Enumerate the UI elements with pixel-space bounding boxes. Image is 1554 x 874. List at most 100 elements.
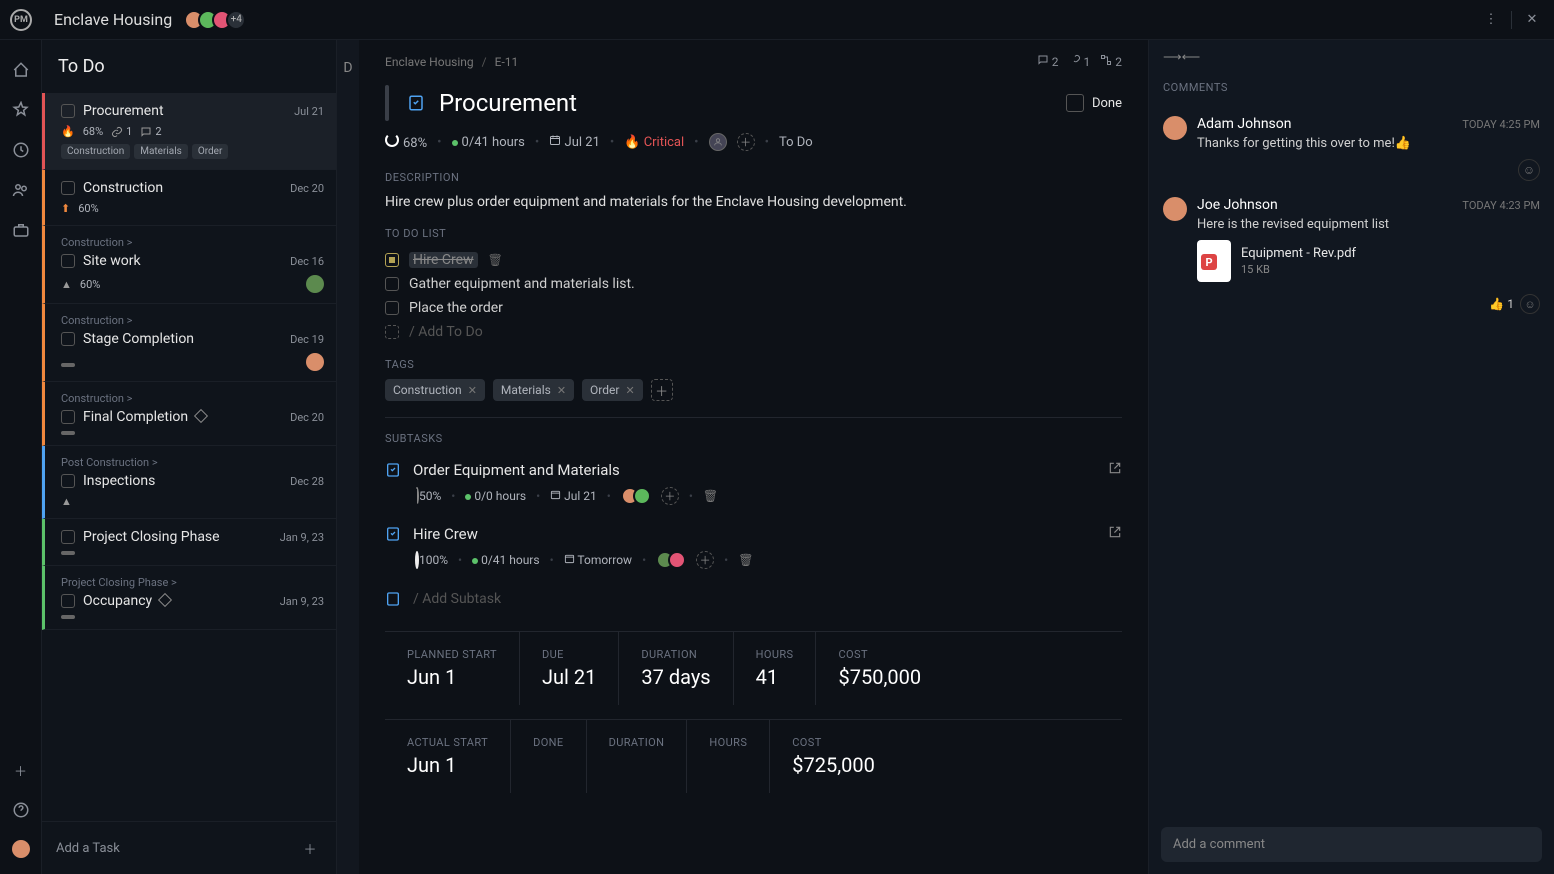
open-subtask-icon[interactable] <box>1108 461 1122 479</box>
add-todo-button[interactable]: / Add To Do <box>385 320 1122 344</box>
trash-icon[interactable]: 🗑 <box>738 553 753 567</box>
subtask-item[interactable]: Hire Crew 100% • 0/41 hours • Tomorrow <box>385 517 1122 581</box>
remove-tag-icon[interactable]: ✕ <box>468 384 477 397</box>
subtask-hours[interactable]: 0/0 hours <box>465 489 526 503</box>
workspace-title[interactable]: Enclave Housing <box>54 10 172 29</box>
add-assignee-button[interactable]: ＋ <box>661 487 679 505</box>
bookmark-icon <box>385 85 389 121</box>
home-icon[interactable] <box>11 60 31 80</box>
trash-icon[interactable]: 🗑 <box>703 489 718 503</box>
briefcase-icon[interactable] <box>11 220 31 240</box>
assignee-stack[interactable] <box>656 551 686 569</box>
user-avatar[interactable] <box>12 840 30 858</box>
checkbox-icon[interactable] <box>385 277 399 291</box>
tag-chip[interactable]: Order✕ <box>582 379 643 401</box>
task-detail-title[interactable]: Procurement <box>439 89 1052 117</box>
checkbox-icon[interactable] <box>61 474 75 488</box>
subtask-due[interactable]: Jul 21 <box>550 489 597 503</box>
task-card-stage-completion[interactable]: Construction > Stage Completion Dec 19 <box>42 304 336 382</box>
add-reaction-icon[interactable]: ☺ <box>1520 294 1540 314</box>
task-due: Jan 9, 23 <box>280 595 324 608</box>
add-reaction-icon[interactable]: ☺ <box>1518 159 1540 181</box>
checkbox-icon[interactable] <box>61 530 75 544</box>
expand-comments-icon[interactable]: ⟶⟵ <box>1149 40 1554 75</box>
app-logo[interactable]: PM <box>10 9 32 31</box>
todo-item[interactable]: Gather equipment and materials list. <box>385 272 1122 296</box>
remove-tag-icon[interactable]: ✕ <box>625 384 634 397</box>
breadcrumb-id[interactable]: E-11 <box>495 55 519 69</box>
more-menu-icon[interactable]: ⋮ <box>1479 8 1503 32</box>
checkbox-icon[interactable] <box>61 594 75 608</box>
reaction-row: 👍 1 ☺ <box>1149 290 1554 318</box>
close-icon[interactable]: ✕ <box>1520 8 1544 32</box>
assignee-avatar[interactable] <box>306 275 324 293</box>
add-subtask-button[interactable]: / Add Subtask <box>385 581 1122 617</box>
task-card-closing-phase[interactable]: Project Closing Phase Jan 9, 23 <box>42 519 336 566</box>
description-text[interactable]: Hire crew plus order equipment and mater… <box>385 192 1122 213</box>
stat-value: 41 <box>756 665 794 689</box>
links-count-icon[interactable]: 1 <box>1069 54 1091 69</box>
subtask-item[interactable]: Order Equipment and Materials 50% • 0/0 … <box>385 453 1122 517</box>
task-icon <box>385 591 401 607</box>
team-icon[interactable] <box>11 180 31 200</box>
milestone-icon <box>194 409 208 423</box>
avatar-more[interactable]: +4 <box>226 10 246 30</box>
status-column-label[interactable]: To Do <box>779 135 813 150</box>
calendar-icon <box>564 553 575 564</box>
breadcrumb-project[interactable]: Enclave Housing <box>385 55 474 69</box>
checkbox-icon[interactable] <box>61 254 75 268</box>
tag-chip[interactable]: Materials✕ <box>493 379 574 401</box>
assignee-placeholder-icon[interactable] <box>709 133 727 151</box>
assignee-stack[interactable] <box>621 487 651 505</box>
add-tag-button[interactable]: ＋ <box>651 379 673 401</box>
checkbox-icon[interactable] <box>385 253 399 267</box>
comment-avatar[interactable] <box>1163 116 1187 140</box>
trash-icon[interactable]: 🗑 <box>488 253 503 267</box>
subtask-due[interactable]: Tomorrow <box>564 553 632 567</box>
add-task-button[interactable]: Add a Task ＋ <box>42 821 336 874</box>
open-subtask-icon[interactable] <box>1108 525 1122 543</box>
add-assignee-button[interactable]: ＋ <box>737 133 755 151</box>
task-card-occupancy[interactable]: Project Closing Phase > Occupancy Jan 9,… <box>42 566 336 630</box>
subtask-progress[interactable]: 50% <box>415 489 441 503</box>
tag-chip[interactable]: Construction✕ <box>385 379 485 401</box>
todo-item[interactable]: Place the order <box>385 296 1122 320</box>
task-card-final-completion[interactable]: Construction > Final Completion Dec 20 <box>42 382 336 446</box>
assignee-avatar[interactable] <box>306 353 324 371</box>
todo-item[interactable]: Hire Crew 🗑 <box>385 248 1122 272</box>
add-icon[interactable]: ＋ <box>11 760 31 780</box>
checkbox-icon[interactable] <box>61 104 75 118</box>
task-progress: 60% <box>80 278 100 291</box>
progress-indicator[interactable]: 68% <box>385 133 427 151</box>
due-date-chip[interactable]: Jul 21 <box>549 134 600 150</box>
stat-label: DURATION <box>641 648 710 661</box>
subtask-progress[interactable]: 100% <box>415 553 448 567</box>
stat-label: HOURS <box>756 648 794 661</box>
task-card-sitework[interactable]: Construction > Site work Dec 16 ▲ 60% <box>42 226 336 304</box>
checkbox-icon[interactable] <box>385 301 399 315</box>
comments-count-icon[interactable]: 2 <box>1037 54 1059 69</box>
stat-value: Jun 1 <box>407 665 497 689</box>
subtask-hours[interactable]: 0/41 hours <box>472 553 539 567</box>
clock-icon[interactable] <box>11 140 31 160</box>
checkbox-icon[interactable] <box>61 410 75 424</box>
checkbox-icon[interactable] <box>61 181 75 195</box>
help-icon[interactable] <box>11 800 31 820</box>
activity-icon[interactable] <box>11 100 31 120</box>
attachment[interactable]: P Equipment - Rev.pdf 15 KB <box>1197 240 1540 282</box>
comment-input[interactable]: Add a comment <box>1161 827 1542 862</box>
comment-time: TODAY 4:23 PM <box>1462 199 1540 212</box>
checkbox-icon[interactable] <box>61 332 75 346</box>
hours-indicator[interactable]: 0/41 hours <box>452 135 525 150</box>
member-avatars[interactable]: +4 <box>184 10 246 30</box>
remove-tag-icon[interactable]: ✕ <box>557 384 566 397</box>
thumbs-up-reaction[interactable]: 👍 1 <box>1489 297 1514 311</box>
subtasks-count-icon[interactable]: 2 <box>1100 54 1122 69</box>
add-assignee-button[interactable]: ＋ <box>696 551 714 569</box>
done-toggle[interactable]: Done <box>1066 94 1122 112</box>
task-card-procurement[interactable]: Procurement Jul 21 🔥 68% 1 2 <box>42 93 336 170</box>
task-card-inspections[interactable]: Post Construction > Inspections Dec 28 ▲ <box>42 446 336 519</box>
priority-chip[interactable]: 🔥 Critical <box>624 135 684 150</box>
comment-avatar[interactable] <box>1163 197 1187 221</box>
task-card-construction[interactable]: Construction Dec 20 ⬆ 60% <box>42 170 336 226</box>
